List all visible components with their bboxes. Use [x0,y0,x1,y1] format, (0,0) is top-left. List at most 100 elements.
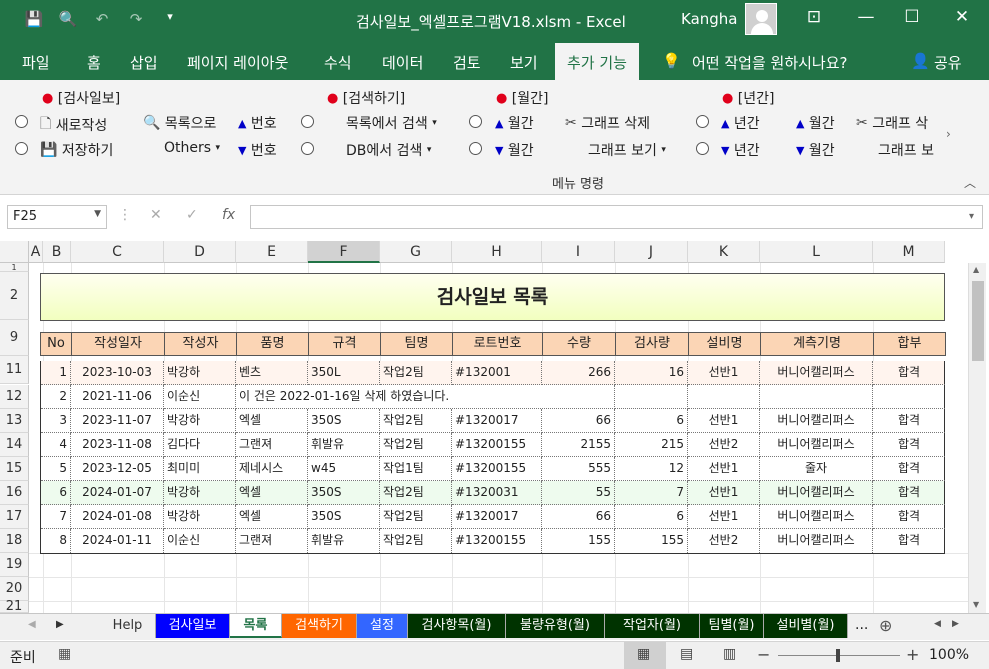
select-all-corner[interactable] [0,241,29,263]
column-header-K[interactable]: K [688,241,760,263]
tab-page-layout[interactable]: 페이지 레이아웃 [187,52,288,73]
search-db-dropdown[interactable]: DB에서 검색 ▾ [346,140,431,160]
radio-monthly-up[interactable] [469,115,482,128]
column-header-M[interactable]: M [873,241,945,263]
table-cell[interactable] [542,385,615,409]
table-cell[interactable]: 작업2팀 [380,529,452,553]
table-cell[interactable]: 155 [542,529,615,553]
row-header-9[interactable]: 9 [0,320,29,356]
table-cell[interactable]: 김다다 [164,433,236,457]
column-header-F[interactable]: F [308,241,380,263]
table-cell[interactable]: 최미미 [164,457,236,481]
column-header-E[interactable]: E [236,241,308,263]
table-header[interactable]: 검사량 [615,332,689,356]
zoom-in-icon[interactable]: + [906,645,919,664]
table-cell[interactable]: 이순신 [164,529,236,553]
table-cell[interactable]: #1320017 [452,409,542,433]
to-list-button[interactable]: 🔍 목록으로 [143,113,216,133]
table-cell[interactable]: 합격 [873,409,945,433]
table-cell[interactable]: 박강하 [164,409,236,433]
vertical-scrollbar[interactable]: ▲ ▼ [968,263,986,613]
save-button[interactable]: 💾 저장하기 [40,140,113,160]
collapse-ribbon-icon[interactable]: ︿ [964,174,976,191]
tab-add-ins[interactable]: 추가 기능 [555,43,639,80]
sheet-tab[interactable]: 설비별(월) [764,614,848,638]
table-cell[interactable]: 박강하 [164,505,236,529]
table-cell[interactable]: 선반2 [688,433,760,457]
table-cell[interactable] [873,385,945,409]
table-cell[interactable]: 작업2팀 [380,505,452,529]
number-up-button[interactable]: ▲ 번호 [238,113,277,133]
table-cell[interactable]: 벤츠 [236,361,308,385]
customize-qat-icon[interactable]: ▾ [160,10,180,28]
normal-view-icon[interactable]: ▦ [637,646,650,662]
table-cell[interactable]: 3 [41,409,71,433]
scroll-up-icon[interactable]: ▲ [973,265,979,274]
table-cell[interactable]: 합격 [873,361,945,385]
table-cell[interactable]: #13200155 [452,457,542,481]
row-header-17[interactable]: 17 [0,505,29,529]
table-cell[interactable]: 합격 [873,529,945,553]
table-cell[interactable]: 줄자 [760,457,873,481]
cancel-icon[interactable]: ✕ [150,207,162,223]
row-header-21[interactable]: 21 [0,600,29,613]
row-header-13[interactable]: 13 [0,409,29,433]
column-header-G[interactable]: G [380,241,452,263]
row-header-14[interactable]: 14 [0,433,29,457]
row-header-19[interactable]: 19 [0,553,29,577]
table-cell[interactable]: 작업1팀 [380,457,452,481]
table-cell[interactable]: 작업2팀 [380,481,452,505]
monthly2-up-button[interactable]: ▲ 월간 [796,113,835,133]
tab-insert[interactable]: 삽입 [130,52,158,73]
table-header[interactable]: No [40,332,72,356]
table-cell[interactable]: 2023-11-08 [71,433,164,457]
table-cell[interactable]: 55 [542,481,615,505]
next-sheet-icon[interactable]: ▶ [56,619,64,630]
yearly-down-button[interactable]: ▼ 년간 [721,140,760,160]
scroll-right-icon[interactable]: ▶ [952,619,959,629]
table-cell[interactable]: 휘발유 [308,433,380,457]
sheet-tab[interactable]: 검사항목(월) [408,614,506,638]
monthly2-down-button[interactable]: ▼ 월간 [796,140,835,160]
prev-sheet-icon[interactable]: ◀ [28,619,36,630]
scroll-down-icon[interactable]: ▼ [973,600,979,609]
others-dropdown[interactable]: Others ▾ [164,140,220,156]
radio-new[interactable] [15,115,28,128]
table-header[interactable]: 작성자 [164,332,237,356]
table-cell[interactable]: #1320031 [452,481,542,505]
table-cell[interactable]: 155 [615,529,688,553]
table-cell[interactable]: 2 [41,385,71,409]
enter-icon[interactable]: ✓ [186,207,198,223]
tab-formulas[interactable]: 수식 [324,52,352,73]
table-cell[interactable]: 2023-11-07 [71,409,164,433]
radio-search-db[interactable] [301,142,314,155]
table-cell[interactable]: 선반1 [688,481,760,505]
table-cell[interactable]: 선반1 [688,505,760,529]
graph-delete2-button[interactable]: ✂ 그래프 삭 [856,113,946,133]
table-cell[interactable]: 선반2 [688,529,760,553]
name-box[interactable]: F25 ▼ [7,205,107,229]
add-sheet-icon[interactable]: ⊕ [879,616,892,635]
table-header[interactable]: 계측기명 [760,332,874,356]
column-header-J[interactable]: J [615,241,688,263]
radio-monthly-down[interactable] [469,142,482,155]
table-cell[interactable]: 엑셀 [236,409,308,433]
table-cell[interactable]: 이순신 [164,385,236,409]
table-cell[interactable]: 7 [41,505,71,529]
print-preview-icon[interactable]: 🔍 [58,10,78,28]
table-cell[interactable] [688,385,760,409]
table-cell[interactable]: w45 [308,457,380,481]
table-cell[interactable]: #1320017 [452,505,542,529]
table-cell[interactable]: 350S [308,409,380,433]
table-cell[interactable]: 66 [542,409,615,433]
table-cell[interactable] [760,385,873,409]
row-header-11[interactable]: 11 [0,356,29,384]
radio-yearly-down[interactable] [696,142,709,155]
table-cell[interactable]: 66 [542,505,615,529]
table-cell[interactable]: #13200155 [452,529,542,553]
table-cell[interactable]: 5 [41,457,71,481]
sheet-tab[interactable]: 목록 [230,614,282,638]
sheet-tab[interactable]: Help [100,614,156,638]
insert-function-icon[interactable]: fx [222,207,235,223]
row-header-20[interactable]: 20 [0,577,29,601]
